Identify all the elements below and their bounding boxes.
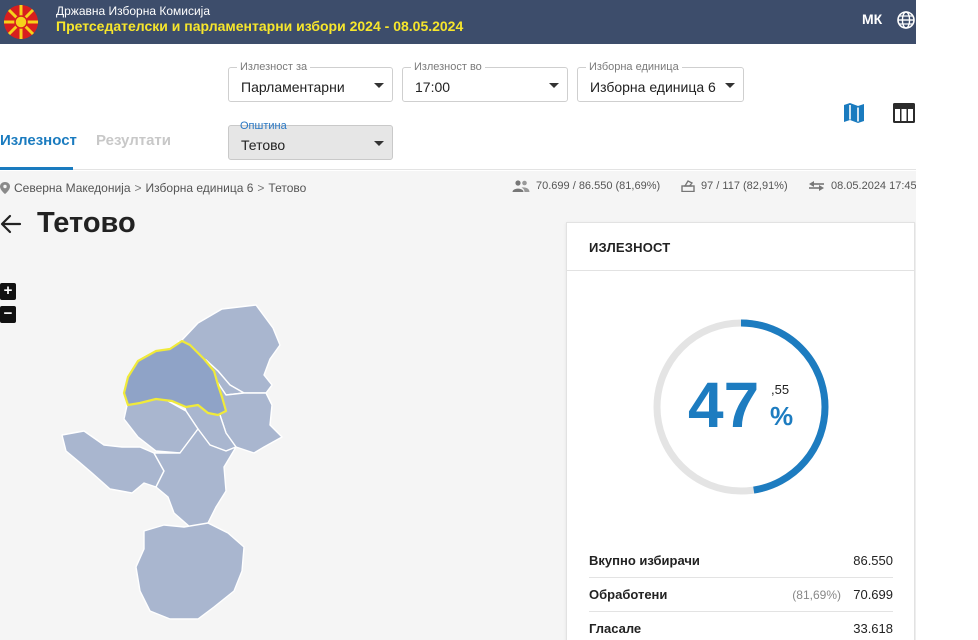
electoral-unit-select[interactable]: Изборна единица Изборна единица 6 (577, 61, 744, 102)
row-label: Гласале (589, 621, 642, 636)
turnout-at-label: Излезност во (411, 61, 485, 73)
top-bar: Државна Изборна Комисија Претседателски … (0, 0, 916, 44)
municipality-value: Тетово (241, 137, 286, 153)
row-label: Обработени (589, 587, 668, 602)
people-icon (512, 180, 530, 193)
voters-stat-value: 70.699 / 86.550 (81,69%) (536, 180, 661, 193)
stat-row-total-voters: Вкупно избирачи 86.550 (589, 544, 893, 578)
filter-panel: Излезност за Парламентарни Излезност во … (0, 44, 916, 170)
turnout-at-value: 17:00 (415, 79, 451, 95)
turnout-at-select[interactable]: Излезност во 17:00 (402, 61, 568, 102)
globe-icon[interactable] (896, 10, 916, 30)
page-title: Тетово (37, 207, 136, 239)
stat-row-processed: Обработени (81,69%) 70.699 (589, 578, 893, 612)
table-icon[interactable] (892, 101, 916, 125)
row-label: Вкупно избирачи (589, 553, 700, 568)
turnout-card-title: ИЗЛЕЗНОСТ (589, 240, 671, 255)
polling-stations-stat: 97 / 117 (82,91%) (681, 180, 788, 193)
chevron-down-icon (374, 141, 384, 146)
municipality-map (61, 304, 283, 620)
breadcrumb-municipality: Тетово (268, 180, 307, 195)
arrow-left-icon[interactable] (0, 213, 22, 235)
breadcrumb-unit[interactable]: Изборна единица 6 (146, 181, 254, 195)
sync-arrows-icon (809, 181, 824, 192)
location-pin-icon (0, 181, 10, 194)
turnout-percent-sign: % (770, 401, 794, 431)
breadcrumb-separator: > (134, 180, 142, 195)
municipality-select[interactable]: Општина Тетово (228, 120, 393, 160)
ballot-box-icon (681, 180, 695, 193)
electoral-unit-label: Изборна единица (586, 61, 682, 73)
breadcrumb: Северна Македонија > Изборна единица 6 > Тет… (0, 180, 306, 195)
turnout-card: ИЗЛЕЗНОСТ 47 ,55 % Вкупно избирачи 86.55… (566, 222, 915, 640)
tab-turnout[interactable]: Излезност (0, 132, 77, 149)
map-icon[interactable] (842, 101, 866, 125)
row-percent: (81,69%) (792, 588, 841, 602)
turnout-for-value: Парламентарни (241, 79, 345, 95)
tab-results[interactable]: Резултати (96, 132, 171, 149)
turnout-percent-decimal: ,55 (771, 382, 790, 397)
chevron-down-icon (725, 83, 735, 88)
municipality-label: Општина (240, 120, 287, 132)
breadcrumb-country[interactable]: Северна Македонија (14, 181, 131, 195)
row-value: 70.699 (853, 587, 893, 602)
row-value: 86.550 (853, 553, 893, 568)
language-switch[interactable]: МК (862, 11, 882, 27)
polling-stations-value: 97 / 117 (82,91%) (701, 180, 788, 193)
electoral-unit-value: Изборна единица 6 (590, 79, 716, 95)
election-title: Претседателски и парламентарни избори 20… (56, 18, 464, 34)
map-region-south[interactable] (135, 522, 245, 620)
breadcrumb-separator: > (257, 180, 265, 195)
turnout-for-label: Излезност за (237, 61, 311, 73)
row-value: 33.618 (853, 621, 893, 636)
chevron-down-icon (374, 83, 384, 88)
org-name: Државна Изборна Комисија (56, 4, 211, 18)
active-tab-indicator (0, 167, 73, 170)
zoom-in-button[interactable]: + (0, 283, 16, 300)
mk-flag-logo[interactable] (2, 4, 40, 40)
turnout-for-select[interactable]: Излезност за Парламентарни (228, 61, 393, 102)
app-window: Државна Изборна Комисија Претседателски … (0, 0, 916, 640)
content-area: Северна Македонија > Изборна единица 6 > Тет… (0, 171, 916, 640)
last-updated-stat: 08.05.2024 17:45 (808, 180, 916, 192)
chevron-down-icon (549, 83, 559, 88)
turnout-card-header: ИЗЛЕЗНОСТ (567, 223, 914, 271)
turnout-percent-integer: 47 (688, 369, 760, 441)
voters-stat: 70.699 / 86.550 (81,69%) (512, 180, 661, 193)
last-updated-value: 08.05.2024 17:45 (831, 180, 916, 193)
zoom-out-button[interactable]: − (0, 306, 16, 323)
stat-row-voted: Гласале 33.618 (589, 612, 893, 640)
